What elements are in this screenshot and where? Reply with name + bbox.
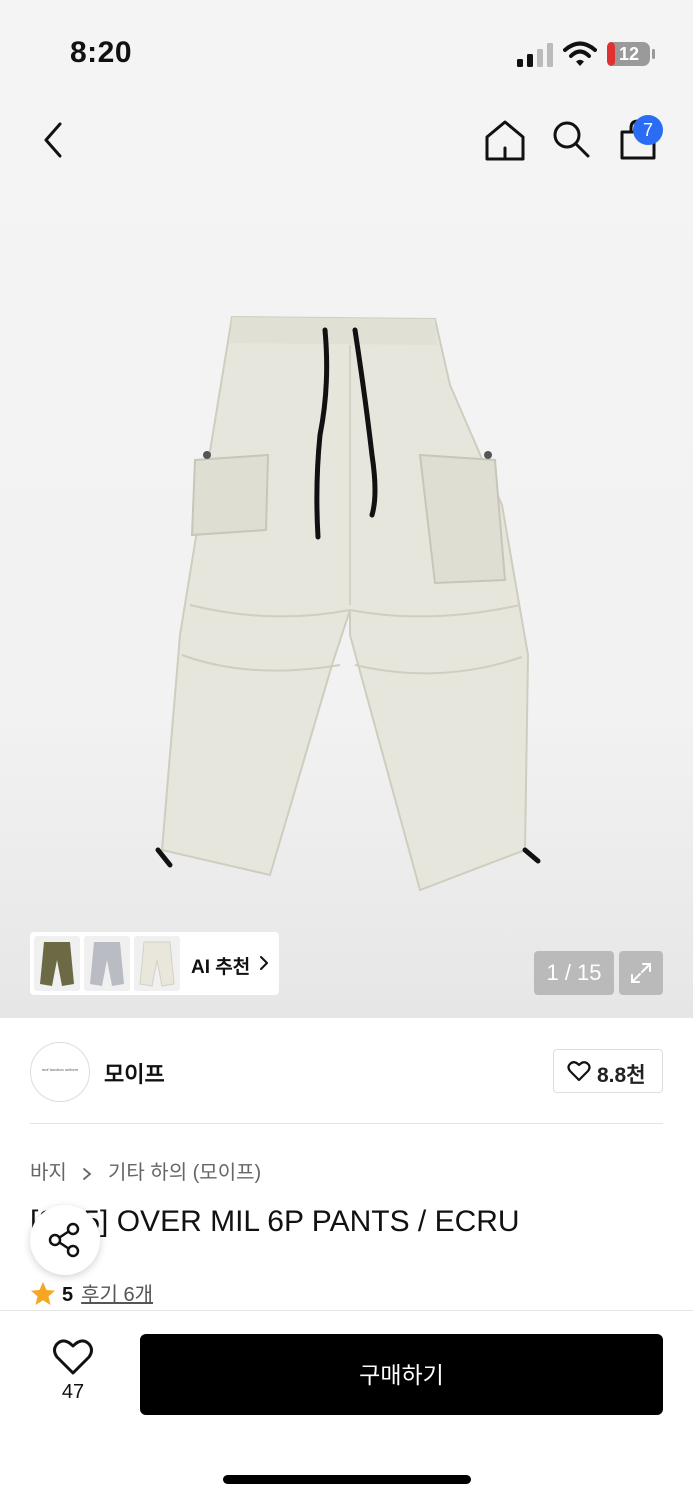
chevron-right-icon <box>260 956 268 970</box>
brand-logo-text: mof function uniform <box>41 1067 79 1072</box>
buy-button[interactable]: 구매하기 <box>140 1334 663 1415</box>
ai-recommend-label: AI 추천 <box>191 957 251 978</box>
product-title: [S/25] OVER MIL 6P PANTS / ECRU <box>30 1205 520 1238</box>
breadcrumb: 바지 기타 하의 (모이프) <box>30 1156 261 1185</box>
wishlist-count: 47 <box>61 1381 85 1403</box>
home-icon[interactable] <box>482 118 528 162</box>
wifi-icon <box>563 41 597 66</box>
cellular-signal-icon <box>517 43 553 67</box>
rating-score: 5 <box>62 1284 74 1306</box>
brand-name[interactable]: 모이프 <box>104 1057 165 1089</box>
wishlist-heart-icon[interactable] <box>52 1338 94 1376</box>
cart-count-badge: 7 <box>633 115 663 145</box>
status-time: 8:20 <box>70 36 133 69</box>
chevron-right-icon <box>83 1167 92 1180</box>
breadcrumb-item-category[interactable]: 기타 하의 (모이프) <box>108 1162 261 1184</box>
star-icon <box>31 1282 55 1305</box>
brand-logo[interactable]: mof function uniform <box>30 1042 90 1102</box>
image-counter: 1 / 15 <box>534 951 614 995</box>
battery-level: 12 <box>618 44 640 64</box>
expand-button[interactable] <box>619 951 663 995</box>
product-image <box>155 315 541 892</box>
breadcrumb-item-pants[interactable]: 바지 <box>30 1162 67 1184</box>
home-indicator <box>223 1475 471 1484</box>
ai-recommend-box[interactable]: AI 추천 <box>30 932 279 995</box>
back-icon[interactable] <box>36 120 72 160</box>
heart-icon <box>567 1061 591 1082</box>
brand-like-button[interactable]: 8.8천 <box>553 1049 663 1093</box>
divider <box>30 1123 663 1124</box>
thumbnail-ecru[interactable] <box>134 936 180 991</box>
expand-icon <box>631 963 651 983</box>
share-icon <box>48 1222 80 1258</box>
thumbnail-light-gray[interactable] <box>84 936 130 991</box>
search-icon[interactable] <box>550 118 592 160</box>
share-button[interactable] <box>30 1205 100 1275</box>
rating: 5 후기 6개 <box>30 1278 153 1307</box>
status-bar: 8:20 12 <box>0 0 693 100</box>
thumbnail-olive[interactable] <box>34 936 80 991</box>
brand-like-count: 8.8천 <box>597 1064 646 1087</box>
reviews-link[interactable]: 후기 6개 <box>81 1284 153 1306</box>
